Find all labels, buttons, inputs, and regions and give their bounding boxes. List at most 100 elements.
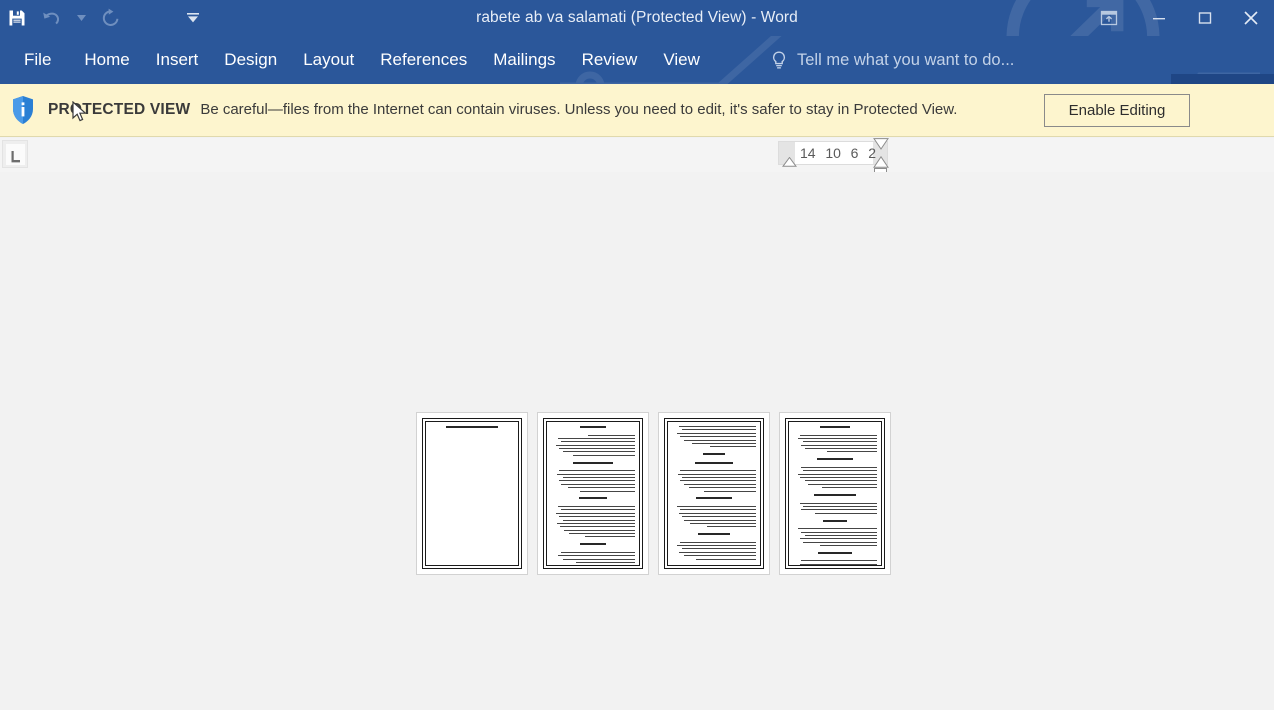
text-line: [804, 480, 877, 482]
tab-insert[interactable]: Insert: [143, 36, 212, 84]
page-border-frame: [664, 418, 764, 569]
text-line: [709, 446, 756, 448]
text-line: [799, 538, 877, 540]
text-line: [562, 477, 635, 479]
left-indent-marker[interactable]: [782, 157, 797, 167]
text-line: [677, 505, 756, 507]
hruler-tick-6: 6: [850, 145, 859, 161]
left-tab-stop-icon: [11, 150, 20, 162]
text-line: [683, 519, 756, 521]
tab-review[interactable]: Review: [569, 36, 651, 84]
text-line: [561, 551, 635, 553]
text-line: [688, 487, 756, 489]
text-line: [678, 512, 756, 514]
text-line: [680, 509, 756, 511]
text-heading-line: [580, 543, 606, 546]
share-button[interactable]: Share: [1170, 74, 1274, 84]
undo-dropdown-icon[interactable]: [68, 3, 94, 33]
text-line: [557, 437, 635, 439]
text-heading-line: [445, 426, 499, 428]
tab-layout[interactable]: Layout: [290, 36, 367, 84]
tell-me-search[interactable]: Tell me what you want to do...: [770, 36, 1014, 84]
text-line: [561, 509, 635, 511]
text-line: [799, 434, 877, 436]
page-thumbnail[interactable]: [658, 412, 770, 575]
text-line: [677, 545, 756, 547]
quick-access-toolbar: [0, 0, 206, 36]
ribbon-tab-strip: File Home Insert Design Layout Reference…: [0, 36, 1274, 84]
title-bar: rabete ab va salamati (Protected View) -…: [0, 0, 1274, 36]
minimize-icon[interactable]: [1136, 0, 1182, 36]
customize-qat-icon[interactable]: [180, 3, 206, 33]
text-line: [576, 562, 635, 564]
page-border-frame: [785, 418, 885, 569]
page-thumbnail[interactable]: [416, 412, 528, 575]
page-thumbnail[interactable]: [779, 412, 891, 575]
text-line: [559, 516, 635, 518]
text-line: [804, 448, 877, 450]
text-heading-line: [572, 461, 614, 464]
tab-mailings[interactable]: Mailings: [480, 36, 568, 84]
text-line: [803, 505, 877, 507]
text-line: [803, 470, 877, 472]
tab-home[interactable]: Home: [71, 36, 142, 84]
hanging-indent-marker[interactable]: [873, 156, 889, 168]
text-line: [801, 560, 877, 562]
text-heading-line: [823, 519, 847, 522]
text-line: [678, 426, 756, 427]
text-line: [556, 444, 635, 446]
text-line: [803, 541, 877, 543]
undo-icon[interactable]: [34, 3, 68, 33]
text-line: [559, 448, 635, 450]
text-line: [682, 477, 756, 479]
text-line: [707, 526, 756, 528]
text-line: [798, 473, 877, 475]
text-line: [814, 512, 877, 514]
text-line: [562, 558, 635, 560]
text-line: [680, 436, 756, 438]
text-heading-line: [819, 426, 851, 428]
protected-view-message: Be careful—files from the Internet can c…: [200, 100, 958, 118]
horizontal-ruler-numbers: 14 10 6 2: [800, 145, 876, 161]
hruler-tick-14: 14: [800, 145, 816, 161]
text-line: [678, 551, 756, 553]
text-heading-line: [580, 426, 606, 428]
text-line: [569, 533, 635, 535]
tab-view[interactable]: View: [650, 36, 713, 84]
tab-design[interactable]: Design: [211, 36, 290, 84]
document-canvas[interactable]: [0, 172, 1274, 710]
text-line: [801, 509, 877, 511]
text-line: [695, 558, 756, 560]
text-line: [682, 516, 756, 518]
tab-stop-selector[interactable]: [2, 140, 28, 168]
text-line: [679, 480, 756, 482]
protected-view-badge: PROTECTED VIEW: [48, 101, 191, 118]
first-line-indent-marker[interactable]: [873, 138, 889, 150]
text-line: [803, 441, 877, 443]
tab-file[interactable]: File: [0, 36, 71, 84]
text-line: [561, 441, 635, 443]
save-icon[interactable]: [0, 3, 34, 33]
text-heading-line: [696, 497, 732, 500]
page-content: [425, 421, 519, 566]
text-heading-line: [818, 551, 852, 554]
text-line: [799, 502, 877, 504]
text-line: [564, 529, 635, 531]
page-thumbnail[interactable]: [537, 412, 649, 575]
text-line: [808, 483, 877, 485]
close-icon[interactable]: [1228, 0, 1274, 36]
text-heading-line: [698, 533, 730, 536]
enable-editing-button[interactable]: Enable Editing: [1044, 94, 1190, 127]
redo-icon[interactable]: [94, 3, 128, 33]
text-line: [682, 548, 756, 550]
text-line: [567, 487, 635, 489]
ribbon-display-options-icon[interactable]: [1082, 0, 1136, 36]
text-line: [801, 466, 877, 468]
blank-space: [430, 435, 514, 566]
text-line: [572, 454, 635, 456]
window-controls: [1082, 0, 1274, 36]
maximize-icon[interactable]: [1182, 0, 1228, 36]
tab-references[interactable]: References: [367, 36, 480, 84]
info-shield-icon: [10, 95, 36, 125]
